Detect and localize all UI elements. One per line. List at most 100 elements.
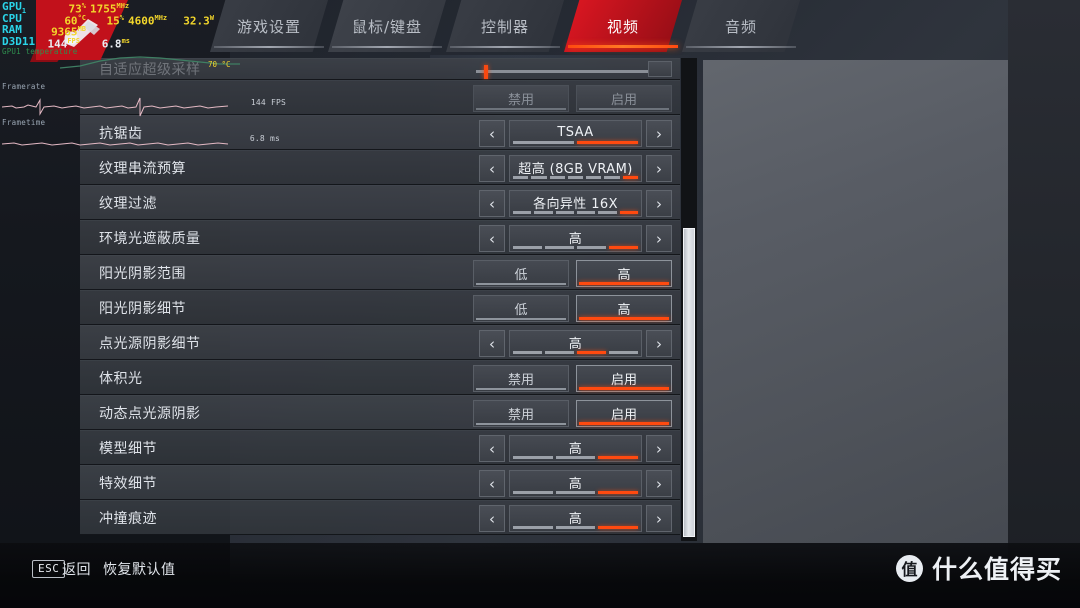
tab-1[interactable]: 游戏设置 (210, 0, 328, 52)
stepper-control: ‹ 高 › (479, 225, 672, 252)
stepper-next-button[interactable]: › (646, 330, 672, 357)
tab-label: 游戏设置 (236, 17, 301, 36)
value-segment (513, 351, 542, 354)
value-segments (513, 211, 638, 214)
slider-knob[interactable] (483, 65, 488, 79)
toggle-option[interactable]: 高 (576, 295, 672, 322)
tab-underline (213, 46, 325, 48)
stepper-control: ‹ 高 › (479, 505, 672, 532)
stepper-next-button[interactable]: › (646, 225, 672, 252)
toggle-option[interactable]: 启用 (576, 365, 672, 392)
toggle-option[interactable]: 低 (473, 295, 569, 322)
toggle-option[interactable]: 启用 (576, 85, 672, 112)
settings-row: 体积光 禁用 启用 (80, 360, 680, 395)
background-right-edge (1008, 0, 1080, 608)
stepper-value-box[interactable]: 高 (509, 505, 642, 532)
value-segments (513, 491, 639, 494)
settings-row: 阳光阴影细节 低高 (80, 290, 680, 325)
value-segments (513, 141, 638, 144)
esc-key-badge: ESC (32, 560, 66, 578)
setting-label: 动态点光源阴影 (99, 405, 201, 422)
value-segment (622, 176, 638, 179)
osd-caption: GPU1 temperature (2, 47, 78, 56)
value-segment (586, 176, 602, 179)
stepper-prev-button[interactable]: ‹ (479, 190, 505, 217)
framerate-sparkline (1, 97, 229, 117)
stepper-prev-button[interactable]: ‹ (479, 120, 505, 147)
value-segment (555, 456, 596, 459)
toggle-option[interactable]: 禁用 (473, 85, 569, 112)
toggle-option[interactable]: 低 (473, 260, 569, 287)
tab-label: 音频 (724, 17, 757, 36)
watermark-text: 什么值得买 (931, 555, 1062, 584)
toggle-label: 禁用 (507, 93, 534, 108)
tab-5[interactable]: 音频 (682, 0, 800, 52)
stepper-value: 各向异性 16X (533, 196, 618, 212)
value-segment (545, 246, 574, 249)
stepper-value: 高 (568, 336, 583, 352)
toggle-option[interactable]: 禁用 (473, 400, 569, 427)
toggle-group: 低高 (473, 295, 672, 322)
stepper-value-box[interactable]: 超高 (8GB VRAM) (509, 155, 642, 182)
stepper-next-button[interactable]: › (646, 155, 672, 182)
settings-row: 特效细节 ‹ 高 › (80, 465, 680, 500)
toggle-underline (579, 317, 669, 320)
toggle-underline (476, 423, 566, 425)
stepper-value-box[interactable]: 各向异性 16X (509, 190, 642, 217)
value-segments (513, 456, 639, 459)
tab-2[interactable]: 鼠标/键盘 (328, 0, 446, 52)
value-segment (545, 351, 574, 354)
settings-scrollbar-thumb[interactable] (683, 228, 695, 537)
watermark-logo-icon: 值 (895, 554, 923, 582)
setting-label: 纹理过滤 (99, 195, 157, 212)
value-segment (555, 526, 596, 529)
setting-label: 阳光阴影细节 (99, 300, 186, 317)
settings-row: 点光源阴影细节 ‹ 高 › (80, 325, 680, 360)
value-segment (598, 526, 639, 529)
value-segment (555, 211, 574, 214)
toggle-option[interactable]: 禁用 (473, 365, 569, 392)
value-segments (513, 176, 638, 179)
tab-label: 视频 (606, 17, 639, 36)
stepper-prev-button[interactable]: ‹ (479, 435, 505, 462)
slider-control[interactable] (476, 65, 672, 79)
toggle-group: 禁用 启用 (473, 400, 672, 427)
tab-4[interactable]: 视频 (564, 0, 682, 52)
tab-3[interactable]: 控制器 (446, 0, 564, 52)
toggle-option[interactable]: 高 (576, 260, 672, 287)
stepper-next-button[interactable]: › (646, 190, 672, 217)
value-segment (609, 351, 638, 354)
stepper-next-button[interactable]: › (646, 120, 672, 147)
watermark: 值 什么值得买 (895, 550, 1062, 586)
stepper-next-button[interactable]: › (646, 505, 672, 532)
stepper-value-box[interactable]: 高 (509, 470, 642, 497)
restore-defaults-button[interactable]: 恢复默认值 (103, 559, 176, 579)
toggle-option[interactable]: 启用 (576, 400, 672, 427)
framerate-graph: Framerate 144 FPS (1, 82, 286, 118)
stepper-value-box[interactable]: 高 (509, 225, 642, 252)
stepper-value-box[interactable]: TSAA (509, 120, 642, 147)
value-segment (534, 211, 553, 214)
stepper-prev-button[interactable]: ‹ (479, 505, 505, 532)
stepper-prev-button[interactable]: ‹ (479, 225, 505, 252)
setting-label: 特效细节 (99, 475, 157, 492)
tab-label: 控制器 (480, 17, 529, 36)
stepper-value: 高 (568, 441, 583, 457)
stepper-next-button[interactable]: › (646, 435, 672, 462)
tab-underline (331, 46, 443, 48)
stepper-control: ‹ 高 › (479, 435, 672, 462)
stepper-next-button[interactable]: › (646, 470, 672, 497)
stepper-control: ‹ 超高 (8GB VRAM) › (479, 155, 672, 182)
stepper-prev-button[interactable]: ‹ (479, 470, 505, 497)
value-segment (549, 176, 565, 179)
stepper-prev-button[interactable]: ‹ (479, 330, 505, 357)
value-segment (577, 246, 606, 249)
slider-next-button[interactable] (648, 61, 672, 77)
stepper-prev-button[interactable]: ‹ (479, 155, 505, 182)
stepper-value-box[interactable]: 高 (509, 435, 642, 462)
value-segment (609, 246, 638, 249)
frametime-graph: Frametime 6.8 ms (1, 118, 280, 154)
back-label[interactable]: 返回 (62, 559, 91, 579)
background-right-panel (703, 60, 1008, 543)
stepper-value-box[interactable]: 高 (509, 330, 642, 357)
